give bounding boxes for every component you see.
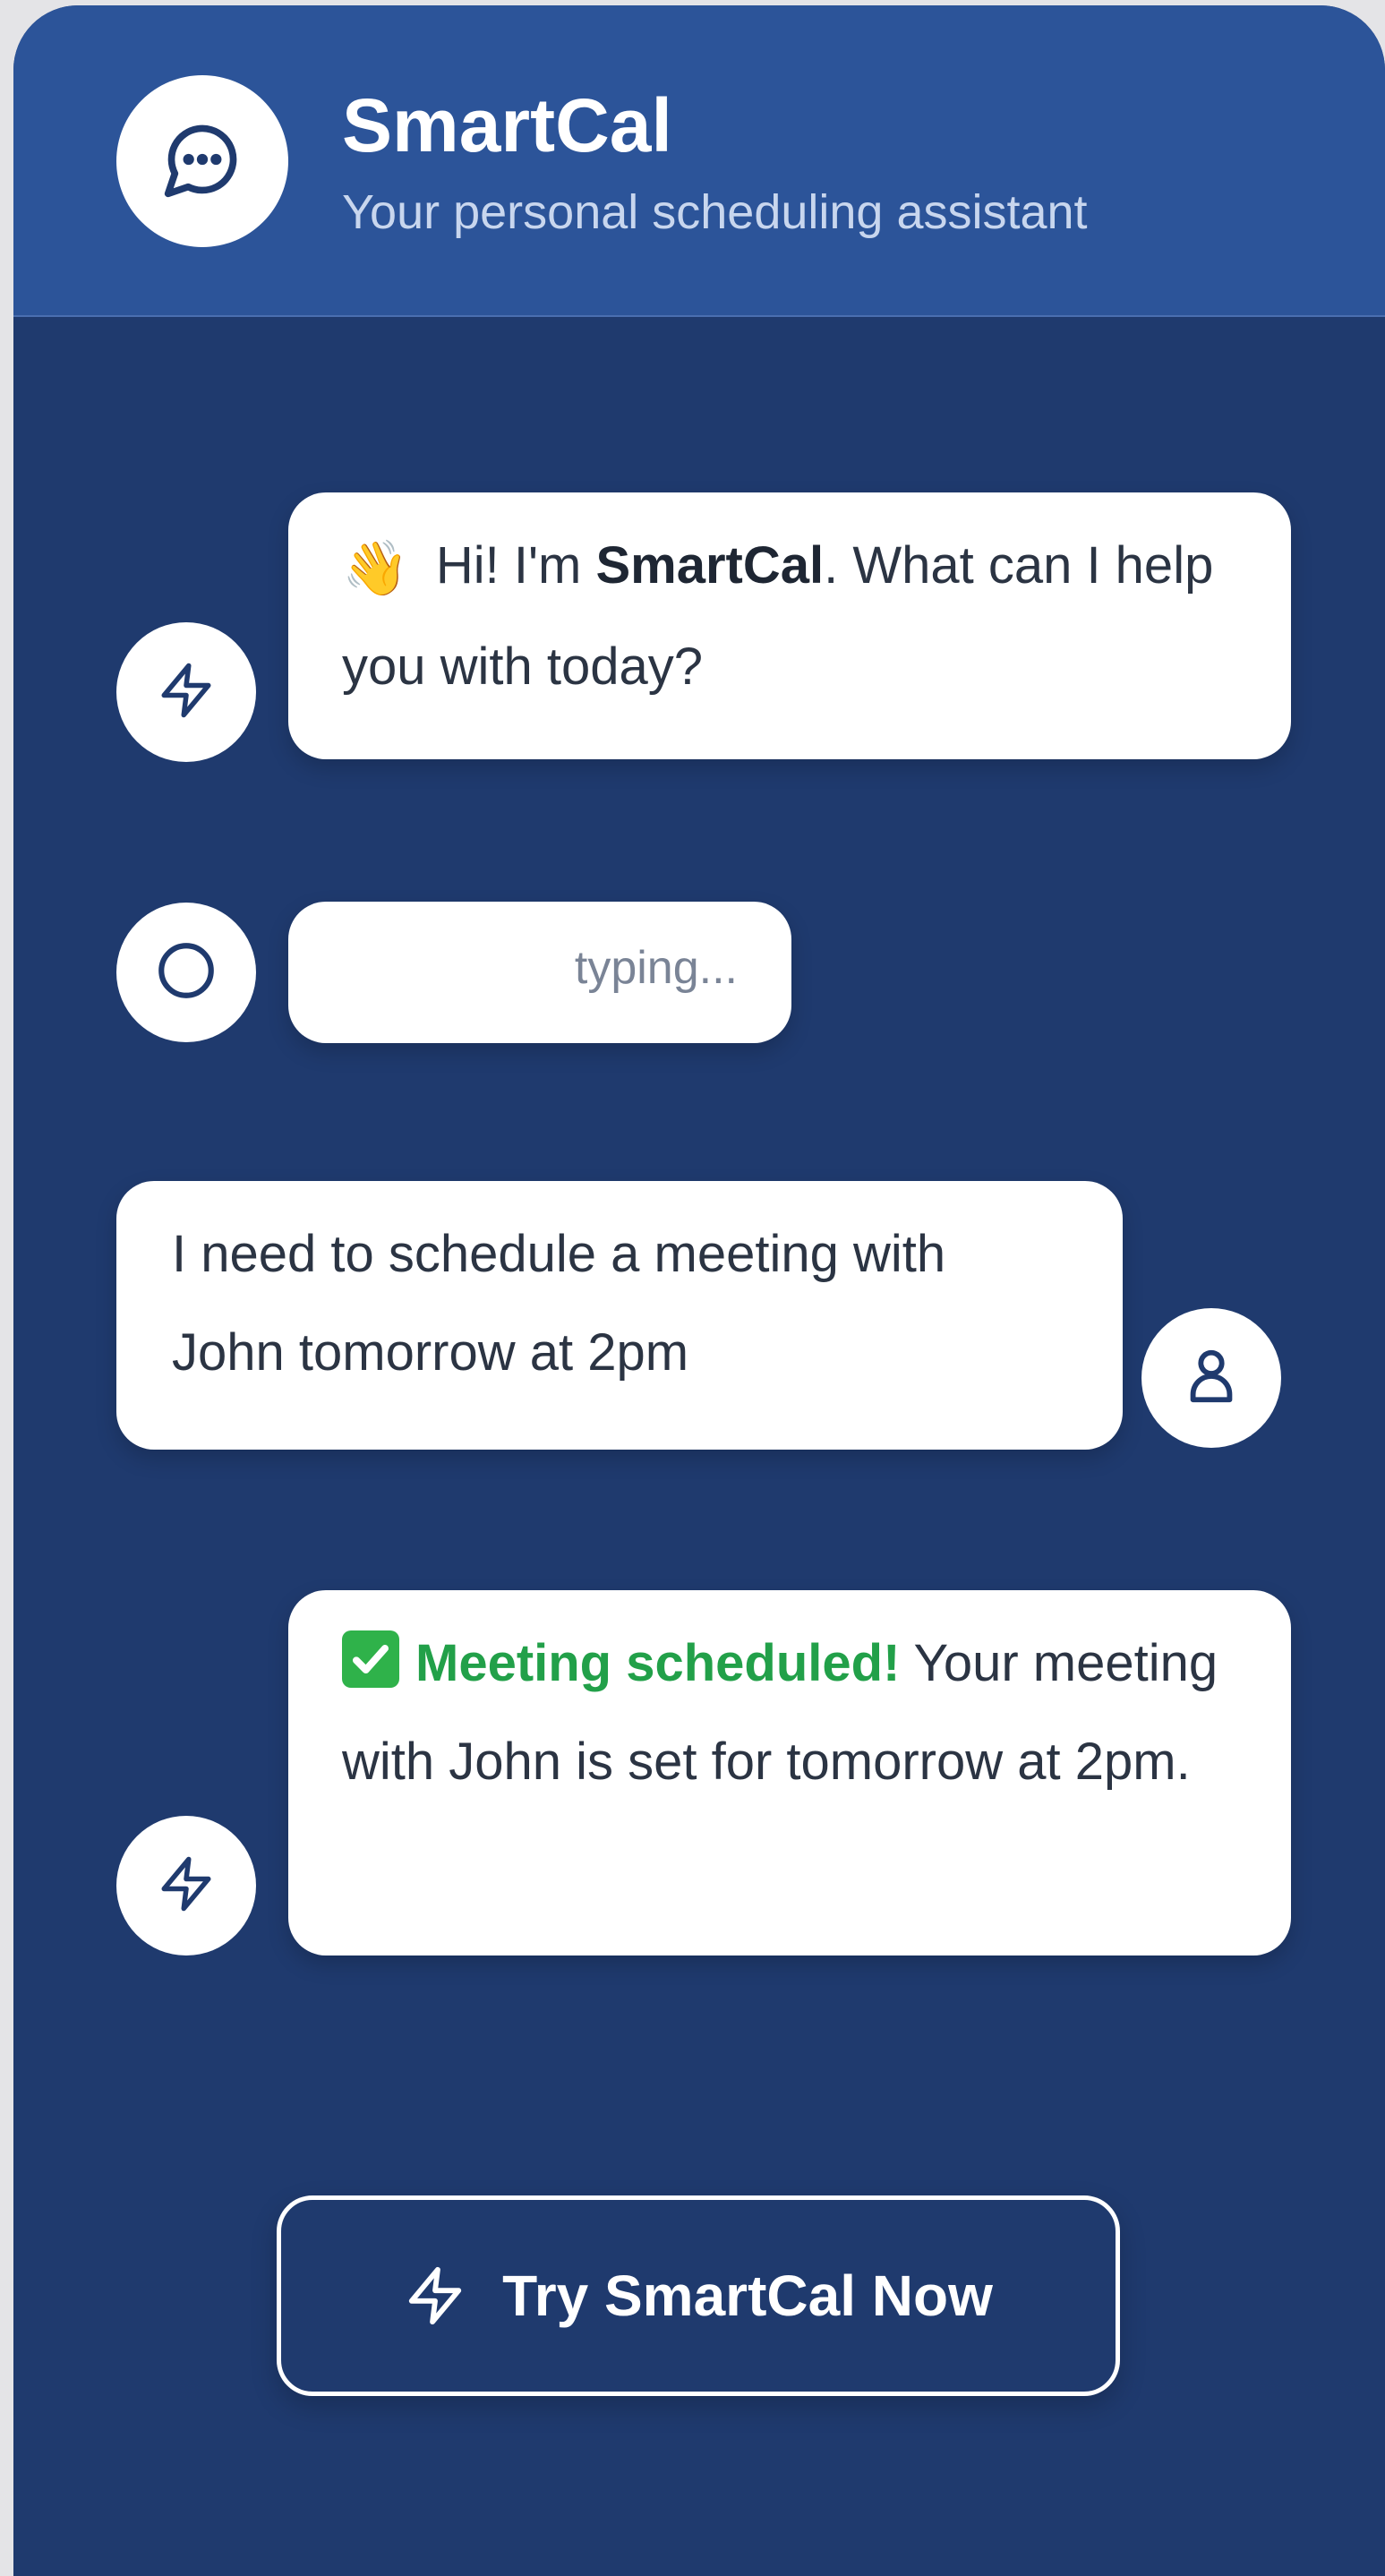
chat-bubble-icon [161,118,244,205]
message-text: I need to schedule a meeting with John t… [172,1225,946,1382]
chat-header: SmartCal Your personal scheduling assist… [13,5,1385,317]
lightning-icon [157,1854,216,1918]
user-avatar [1141,1308,1281,1448]
try-smartcal-button[interactable]: Try SmartCal Now [277,2195,1120,2396]
message-strong: SmartCal [595,536,825,595]
bot-message-confirmation: Meeting scheduled! Your meeting with Joh… [288,1590,1291,1956]
bot-avatar [116,1816,256,1956]
cta-label: Try SmartCal Now [502,2264,993,2328]
user-icon [1180,1345,1243,1412]
bot-message-greeting: 👋 Hi! I'm SmartCal. What can I help you … [288,492,1291,759]
bot-avatar [116,622,256,762]
lightning-icon [404,2264,466,2327]
waving-hand-icon: 👋 [342,538,409,598]
check-mark-icon [342,1630,399,1688]
header-logo [116,75,288,247]
typing-indicator: typing... [288,902,791,1043]
header-title: SmartCal [342,83,672,167]
user-message: I need to schedule a meeting with John t… [116,1181,1123,1450]
circle-icon [153,937,219,1008]
lightning-icon [157,661,216,724]
success-text: Meeting scheduled! [415,1634,901,1692]
message-text: Hi! I'm [421,536,596,595]
typing-label: typing... [574,942,738,994]
header-subtitle: Your personal scheduling assistant [342,185,1088,239]
bot-avatar-typing [116,903,256,1042]
chat-widget: SmartCal Your personal scheduling assist… [13,5,1385,2576]
